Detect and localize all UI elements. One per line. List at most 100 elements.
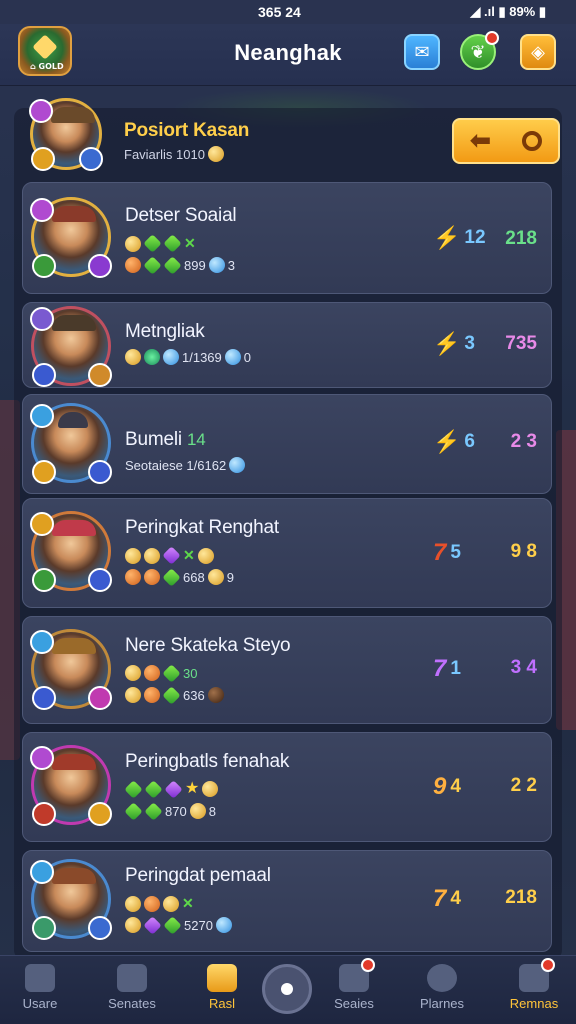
list-item[interactable]: Metngliak 1/1369 0 ⚡ 3 735: [22, 302, 552, 388]
nav-item-plarnes[interactable]: Plarnes: [402, 964, 482, 1011]
gold-icon: [144, 547, 160, 564]
status-indicators: ◢ .ıl ▮ 89% ▮: [470, 4, 546, 19]
resources-line-1: ★: [124, 779, 219, 799]
player-name-text: Bumeli: [125, 429, 182, 450]
x-icon: ✕: [183, 547, 195, 563]
nav-label: Rasl: [208, 996, 235, 1011]
amethyst-icon: [143, 915, 162, 935]
resources-line-2: 636: [125, 685, 224, 705]
leaf-icon[interactable]: ❦: [460, 31, 499, 70]
nav-label: Remnas: [509, 996, 559, 1011]
rank-badge-icon: [30, 404, 54, 428]
avatar-hat: [51, 107, 95, 123]
list-item[interactable]: Peringkat Renghat ✕ 668 9 7 5 9 8: [22, 498, 552, 608]
sapphire-icon: [215, 917, 232, 933]
level-badge-icon: [31, 147, 55, 171]
status-time: 365 24: [258, 4, 301, 20]
stat-primary: 7 4: [433, 885, 461, 913]
class-badge-icon: [88, 686, 112, 710]
nav-item-remnas[interactable]: Remnas: [494, 958, 574, 1011]
sapphire-icon: [224, 349, 241, 365]
player-level: 14: [186, 430, 206, 449]
stat-primary-value: 4: [450, 776, 461, 797]
gold-icon: [125, 235, 141, 252]
resource-count: Seotaiese 1/6162: [125, 457, 227, 473]
class-badge-icon: [88, 916, 112, 940]
list-item[interactable]: Peringbatls fenahak ★ 870 8 9 4 2 2: [22, 732, 552, 842]
emerald-icon: [144, 801, 163, 821]
copper-icon: [144, 569, 160, 585]
stat-primary-value: 6: [464, 431, 475, 452]
top-bar: ⌂ GOLD Neanghak ✉ ❦ ◈: [0, 24, 576, 86]
notification-dot: [541, 958, 555, 972]
back-button[interactable]: ⬅: [452, 118, 560, 164]
emerald-icon: [162, 663, 181, 683]
gold-icon: [189, 803, 206, 819]
stat-primary-prefix: 7: [433, 655, 447, 682]
ticket-icon[interactable]: ◈: [520, 34, 556, 70]
status-bar: 365 24 ◢ .ıl ▮ 89% ▮: [0, 0, 576, 24]
resources-line-1: ✕: [125, 895, 194, 912]
emerald-icon: [143, 234, 162, 253]
leaderboard-list[interactable]: Posiort Kasan Faviarlis 1010 ⬅ Detser So…: [14, 98, 562, 960]
rank-badge-icon: [30, 198, 54, 222]
ring-icon: [522, 131, 543, 151]
resource-count: 899: [184, 257, 206, 273]
gold-icon: [125, 917, 141, 933]
avatar-hat: [52, 206, 96, 222]
copper-icon: [144, 687, 160, 703]
list-item[interactable]: Detser Soaial ✕ 899 3 ⚡ 12 218: [22, 182, 552, 294]
level-badge-icon: [32, 568, 56, 592]
nav-label: Plarnes: [419, 996, 465, 1011]
gold-icon: [207, 569, 224, 585]
list-item[interactable]: Nere Skateka Steyo 30 636 7 1 3 4: [22, 616, 552, 724]
center-action-button[interactable]: [262, 964, 312, 1014]
bottom-nav: Usare Senates Rasl Seaies Plarnes Remnas: [0, 955, 576, 1024]
nav-item-usare[interactable]: Usare: [0, 964, 80, 1011]
nav-label: Usare: [22, 996, 58, 1011]
avatar[interactable]: [29, 98, 103, 171]
gold-icon: [207, 146, 224, 162]
level-badge-icon: [32, 802, 56, 826]
resources-line-2: 899 3: [125, 255, 235, 275]
avatar-hat: [52, 868, 96, 884]
list-item[interactable]: Bumeli 14 Seotaiese 1/6162 ⚡ 6 2 3: [22, 394, 552, 494]
resources-line-1: ✕: [125, 546, 214, 565]
resources-line-2: 870 8: [124, 801, 216, 821]
copper-icon: [125, 257, 141, 273]
class-badge-icon: [88, 363, 112, 387]
gold-icon: [125, 665, 141, 681]
emerald-icon: [163, 234, 182, 253]
resource-count: 30: [183, 665, 198, 681]
nav-item-senates[interactable]: Senates: [92, 964, 172, 1011]
avatar-hat: [52, 520, 96, 536]
player-name: Nere Skateka Steyo: [125, 635, 291, 656]
resource-count-b: 9: [226, 569, 234, 585]
notification-dot: [361, 958, 375, 972]
avatar-hat: [52, 754, 96, 770]
gold-icon: [125, 895, 141, 912]
player-name: Metngliak: [125, 321, 205, 342]
nav-item-seaies[interactable]: Seaies: [314, 958, 394, 1011]
level-badge-icon: [32, 916, 56, 940]
chat-icon: [519, 958, 555, 992]
copper-icon: [144, 665, 160, 681]
gear-icon: [339, 958, 375, 992]
resource-count-b: 8: [208, 803, 216, 819]
lightning-icon: ⚡: [433, 331, 461, 356]
nav-label: Seaies: [334, 996, 374, 1011]
stat-score: 2 2: [510, 775, 537, 796]
lightning-icon: ⚡: [433, 429, 461, 454]
list-item[interactable]: Peringdat pemaal ✕ 5270 7 4 218: [22, 850, 552, 952]
gold-icon: [163, 895, 179, 912]
copper-icon: [125, 569, 141, 585]
nav-item-rasl[interactable]: Rasl: [182, 964, 262, 1011]
mail-icon[interactable]: ✉: [404, 34, 440, 70]
stat-primary-value: 3: [464, 333, 475, 354]
class-badge-icon: [79, 147, 103, 171]
class-badge-icon: [88, 254, 112, 278]
resource-count: 870: [165, 803, 187, 819]
stat-score: 3 4: [510, 657, 537, 678]
rank-badge-icon: [30, 746, 54, 770]
sapphire-icon: [229, 457, 246, 473]
